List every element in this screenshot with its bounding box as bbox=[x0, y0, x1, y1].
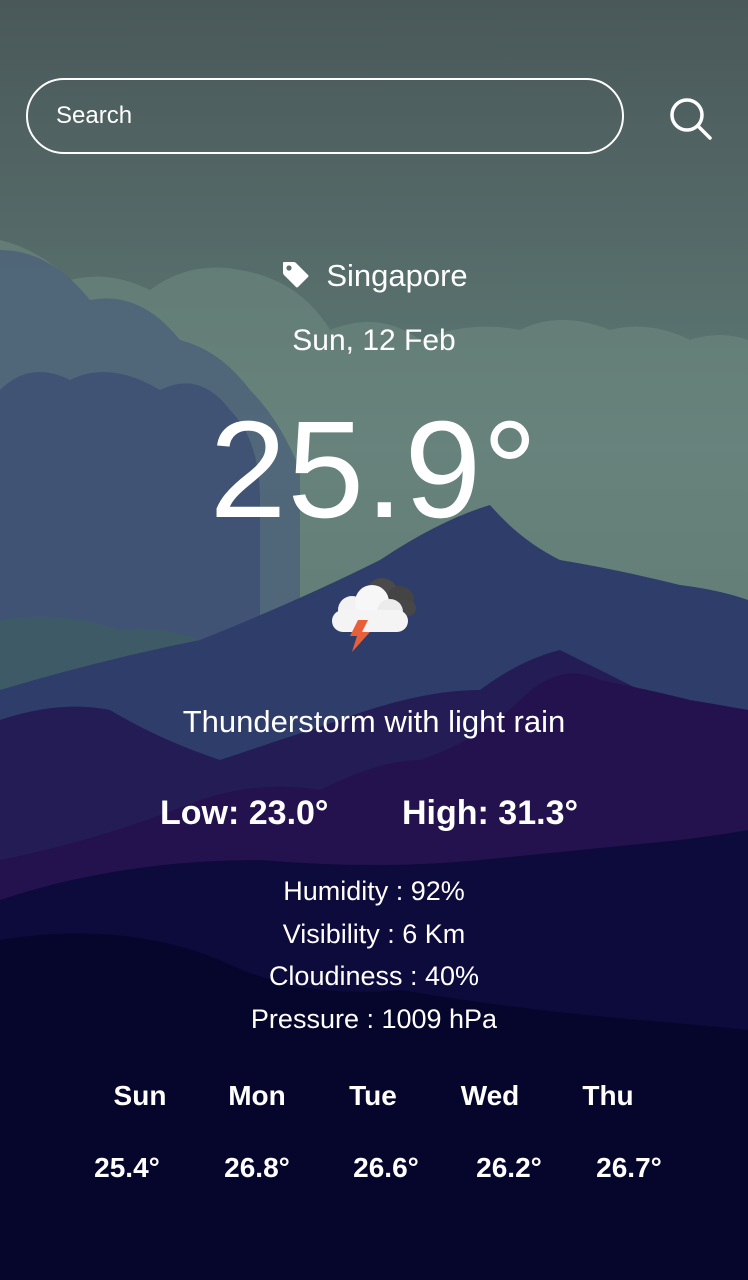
location: Singapore bbox=[0, 258, 748, 294]
forecast-temp-wed: 26.2° bbox=[476, 1152, 542, 1183]
visibility-detail: Visibility : 6 Km bbox=[282, 918, 466, 949]
low-temperature: Low: 23.0° bbox=[160, 794, 329, 832]
search-input[interactable] bbox=[26, 78, 624, 154]
forecast-temp-mon: 26.8° bbox=[224, 1152, 290, 1183]
high-temperature: High: 31.3° bbox=[402, 794, 579, 832]
weather-screen: Singapore Sun, 12 Feb 25.9° Thunderstorm… bbox=[0, 0, 748, 1280]
forecast-temp-tue: 26.6° bbox=[353, 1152, 419, 1183]
tag-icon bbox=[283, 261, 309, 288]
date-label: Sun, 12 Feb bbox=[292, 324, 456, 357]
current-temperature: 25.9° bbox=[209, 393, 539, 547]
pressure-detail: Pressure : 1009 hPa bbox=[250, 1003, 498, 1034]
forecast-temp-thu: 26.7° bbox=[596, 1152, 662, 1183]
search-button[interactable] bbox=[664, 92, 716, 144]
forecast-temp-sun: 25.4° bbox=[94, 1152, 160, 1183]
forecast-day-wed: Wed bbox=[460, 1080, 520, 1111]
forecast-day-tue: Tue bbox=[349, 1080, 397, 1111]
search-icon bbox=[670, 98, 712, 140]
forecast-day-sun: Sun bbox=[113, 1080, 167, 1111]
cloudiness-detail: Cloudiness : 40% bbox=[268, 961, 480, 991]
weather-details: Humidity : 92% Visibility : 6 Km Cloudin… bbox=[0, 870, 748, 1040]
humidity-detail: Humidity : 92% bbox=[283, 876, 465, 906]
forecast-day-thu: Thu bbox=[582, 1080, 634, 1111]
weather-description: Thunderstorm with light rain bbox=[182, 704, 566, 739]
location-name: Singapore bbox=[326, 258, 468, 293]
forecast-day-mon: Mon bbox=[228, 1080, 286, 1111]
thunderstorm-icon bbox=[332, 578, 416, 652]
